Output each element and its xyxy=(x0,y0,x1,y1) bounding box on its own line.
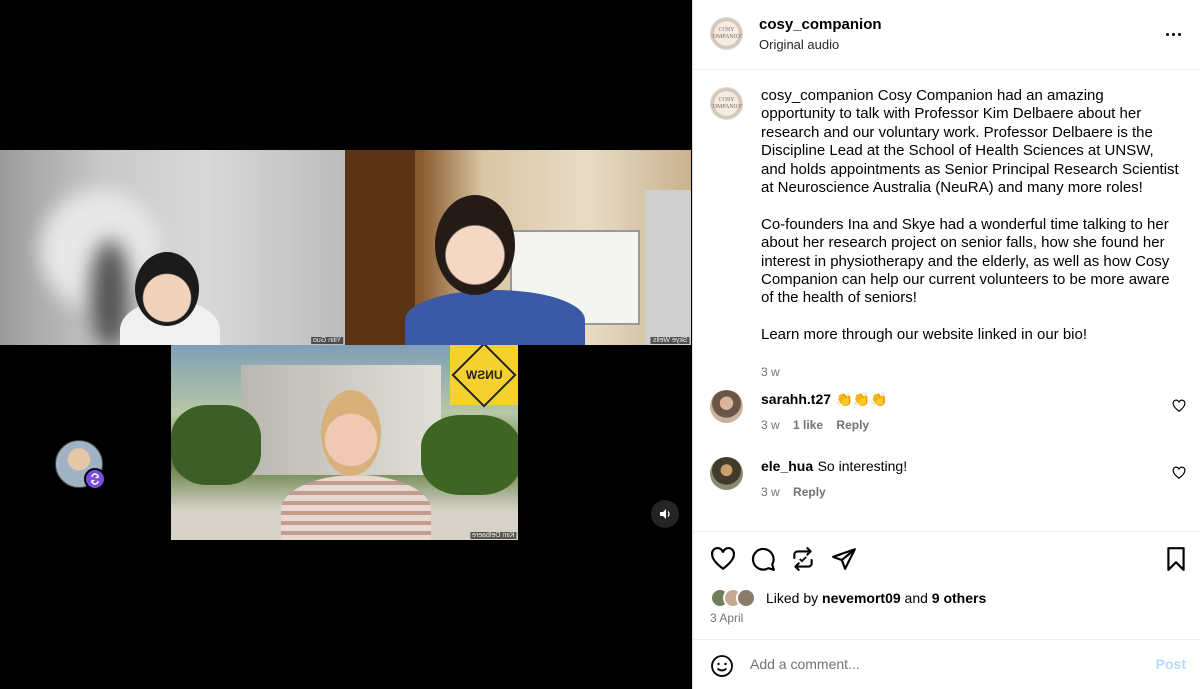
participant-name: Kim Delbaere xyxy=(469,532,516,539)
caption-time: 3 w xyxy=(761,365,780,380)
caption-text: Co-founders Ina and Skye had a wonderful… xyxy=(761,215,1170,307)
caption-username[interactable]: cosy_companion xyxy=(761,87,874,104)
emoji-icon[interactable] xyxy=(710,654,734,678)
speaker-icon[interactable] xyxy=(651,500,679,528)
participant-name: Skye Wells xyxy=(650,337,689,344)
reply-button[interactable]: Reply xyxy=(793,485,826,499)
liker-avatar xyxy=(736,588,756,608)
caption-avatar[interactable]: COSY COMPANION xyxy=(710,87,743,120)
comment-text: So interesting! xyxy=(817,458,908,474)
participant-name: Yilin Guo xyxy=(310,337,343,344)
comment-username[interactable]: sarahh.t27 xyxy=(761,391,831,407)
save-icon[interactable] xyxy=(1163,546,1189,572)
post-comment-button[interactable]: Post xyxy=(1156,656,1186,672)
heart-icon[interactable] xyxy=(1172,399,1186,413)
comment-likes[interactable]: 1 like xyxy=(793,418,823,432)
comment-time: 3 w xyxy=(761,418,780,432)
caption: cosy_companion Cosy Companion had an ama… xyxy=(761,87,1181,381)
more-options-icon[interactable] xyxy=(1163,24,1183,44)
commenter-avatar[interactable] xyxy=(710,457,743,490)
share-icon[interactable] xyxy=(831,546,857,572)
remix-icon[interactable] xyxy=(84,468,106,490)
liked-by[interactable]: Liked by nevemort09 and 9 others xyxy=(710,588,986,608)
comment: ele_hua So interesting! xyxy=(761,458,907,476)
video-tile-2: Skye Wells xyxy=(345,150,691,345)
comment-text: 👏👏👏 xyxy=(835,391,888,407)
liked-by-prefix: Liked by xyxy=(766,590,819,606)
post-details-panel: COSY COMPANION cosy_companion Original a… xyxy=(692,0,1200,689)
liked-by-joiner: and xyxy=(904,590,928,606)
post-date: 3 April xyxy=(710,611,744,625)
comment-meta: 3 w Reply xyxy=(761,485,826,499)
heart-icon[interactable] xyxy=(1172,466,1186,480)
comment-time: 3 w xyxy=(761,485,780,499)
unsw-logo: UNSW xyxy=(450,345,518,408)
repost-icon[interactable] xyxy=(790,546,816,572)
comment-username[interactable]: ele_hua xyxy=(761,458,813,474)
author-avatar[interactable]: COSY COMPANION xyxy=(710,17,743,50)
audio-label[interactable]: Original audio xyxy=(759,37,839,52)
comment-icon[interactable] xyxy=(750,546,776,572)
likes-others[interactable]: 9 others xyxy=(932,590,986,606)
comment-box: Add a comment... Post xyxy=(693,639,1200,689)
liker-username[interactable]: nevemort09 xyxy=(822,590,901,606)
comment-input[interactable]: Add a comment... xyxy=(750,656,860,672)
commenter-avatar[interactable] xyxy=(710,390,743,423)
post-media[interactable]: Yilin Guo Skye Wells UNSW Kim Delbaere xyxy=(0,0,692,689)
video-tile-3: UNSW Kim Delbaere xyxy=(171,345,518,540)
comment-meta: 3 w 1 like Reply xyxy=(761,418,869,432)
author-username[interactable]: cosy_companion xyxy=(759,16,882,33)
reply-button[interactable]: Reply xyxy=(836,418,869,432)
like-icon[interactable] xyxy=(710,546,736,572)
caption-text: Learn more through our website linked in… xyxy=(761,326,1088,344)
post-header: COSY COMPANION cosy_companion Original a… xyxy=(693,0,1200,70)
post-actions: Liked by nevemort09 and 9 others 3 April… xyxy=(693,531,1200,689)
video-tile-1: Yilin Guo xyxy=(0,150,345,345)
comment: sarahh.t27 👏👏👏 xyxy=(761,391,888,409)
